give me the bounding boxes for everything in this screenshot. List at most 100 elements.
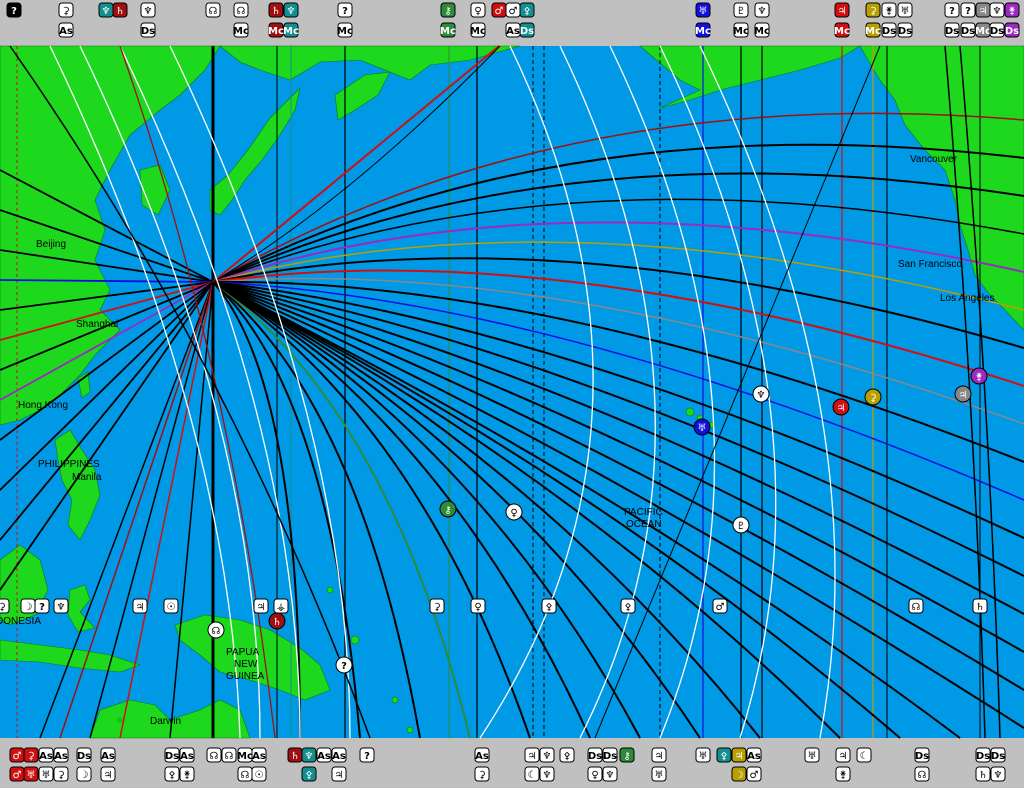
- bottom-label-3-lower[interactable]: ⚳: [53, 766, 69, 782]
- top-label-18-mc[interactable]: Mc: [834, 22, 850, 38]
- bottom-label-18[interactable]: ♃: [524, 747, 540, 763]
- mid-label-14[interactable]: ♄: [972, 598, 988, 614]
- bottom-label-27-lower[interactable]: ☽: [731, 766, 747, 782]
- bottom-label-0-lower[interactable]: ♂: [9, 766, 25, 782]
- bottom-label-14[interactable]: As: [316, 747, 332, 763]
- planet-marker-4[interactable]: ♀: [505, 503, 523, 521]
- bottom-label-10[interactable]: Mc: [237, 747, 253, 763]
- bottom-label-30-lower[interactable]: ⚵: [835, 766, 851, 782]
- planet-marker-3[interactable]: ⚷: [439, 500, 457, 518]
- top-label-7[interactable]: ♄: [268, 2, 284, 18]
- top-label-26[interactable]: ⚵: [1004, 2, 1020, 18]
- bottom-label-25[interactable]: ♅: [695, 747, 711, 763]
- bottom-label-24-lower[interactable]: ♅: [651, 766, 667, 782]
- top-label-6[interactable]: ☊: [233, 2, 249, 18]
- top-label-15[interactable]: ♅: [695, 2, 711, 18]
- bottom-label-13[interactable]: ♆: [301, 747, 317, 763]
- bottom-label-13-lower[interactable]: ⚴: [301, 766, 317, 782]
- top-label-8-mc[interactable]: Mc: [283, 22, 299, 38]
- mid-label-13[interactable]: ☊: [908, 598, 924, 614]
- top-label-21-mc[interactable]: Ds: [897, 22, 913, 38]
- top-label-24-mc[interactable]: Mc: [975, 22, 991, 38]
- bottom-label-31[interactable]: ☾: [856, 747, 872, 763]
- mid-label-10[interactable]: ⚴: [541, 598, 557, 614]
- top-label-14[interactable]: ⚴: [519, 2, 535, 18]
- bottom-label-34[interactable]: Ds: [990, 747, 1006, 763]
- bottom-label-33[interactable]: Ds: [975, 747, 991, 763]
- bottom-label-1[interactable]: ⚳: [23, 747, 39, 763]
- top-label-6-mc[interactable]: Mc: [233, 22, 249, 38]
- planet-marker-11[interactable]: ⚵: [970, 367, 988, 385]
- top-label-3[interactable]: ♄: [112, 2, 128, 18]
- bottom-label-19[interactable]: ♆: [539, 747, 555, 763]
- mid-label-7[interactable]: ⚶: [273, 598, 289, 614]
- bottom-label-8[interactable]: ☊: [206, 747, 222, 763]
- bottom-label-2[interactable]: As: [38, 747, 54, 763]
- bottom-label-33-lower[interactable]: ♄: [975, 766, 991, 782]
- bottom-label-19-lower[interactable]: ♆: [539, 766, 555, 782]
- bottom-label-21[interactable]: Ds: [587, 747, 603, 763]
- bottom-label-15-lower[interactable]: ♃: [331, 766, 347, 782]
- top-label-10-mc[interactable]: Mc: [440, 22, 456, 38]
- bottom-label-7-lower[interactable]: ⚵: [179, 766, 195, 782]
- bottom-label-2-lower[interactable]: ♅: [38, 766, 54, 782]
- top-label-19[interactable]: ⚳: [865, 2, 881, 18]
- bottom-label-24[interactable]: ♃: [651, 747, 667, 763]
- top-label-17-mc[interactable]: Mc: [754, 22, 770, 38]
- top-label-25-mc[interactable]: Ds: [989, 22, 1005, 38]
- top-label-22-mc[interactable]: Ds: [944, 22, 960, 38]
- planet-marker-7[interactable]: ♆: [752, 385, 770, 403]
- bottom-label-5-lower[interactable]: ♃: [100, 766, 116, 782]
- top-label-17[interactable]: ♆: [754, 2, 770, 18]
- top-label-21[interactable]: ♅: [897, 2, 913, 18]
- mid-label-6[interactable]: ♃: [253, 598, 269, 614]
- bottom-label-1-lower[interactable]: ♅: [23, 766, 39, 782]
- top-label-7-mc[interactable]: Mc: [268, 22, 284, 38]
- bottom-label-4-lower[interactable]: ☽: [76, 766, 92, 782]
- top-label-12[interactable]: ♂: [491, 2, 507, 18]
- top-label-18[interactable]: ♃: [834, 2, 850, 18]
- bottom-label-9[interactable]: ☊: [221, 747, 237, 763]
- planet-marker-2[interactable]: ?: [335, 656, 353, 674]
- mid-label-1[interactable]: ☽: [20, 598, 36, 614]
- top-label-14-mc[interactable]: Ds: [519, 22, 535, 38]
- bottom-label-34-lower[interactable]: ♆: [990, 766, 1006, 782]
- bottom-label-15[interactable]: As: [331, 747, 347, 763]
- planet-marker-6[interactable]: ♇: [732, 516, 750, 534]
- top-label-13-mc[interactable]: As: [505, 22, 521, 38]
- mid-label-0[interactable]: ⚳: [0, 598, 10, 614]
- bottom-label-22-lower[interactable]: ♆: [602, 766, 618, 782]
- bottom-label-12[interactable]: ♄: [287, 747, 303, 763]
- bottom-label-29[interactable]: ♅: [804, 747, 820, 763]
- bottom-label-17[interactable]: As: [474, 747, 490, 763]
- top-label-20-mc[interactable]: Ds: [881, 22, 897, 38]
- planet-marker-9[interactable]: ⚳: [864, 388, 882, 406]
- bottom-label-22[interactable]: Ds: [602, 747, 618, 763]
- bottom-label-7[interactable]: As: [179, 747, 195, 763]
- bottom-label-26[interactable]: ⚴: [716, 747, 732, 763]
- planet-marker-5[interactable]: ♅: [693, 418, 711, 436]
- bottom-label-18-lower[interactable]: ☾: [524, 766, 540, 782]
- bottom-label-6-lower[interactable]: ⚴: [164, 766, 180, 782]
- mid-label-12[interactable]: ♂: [712, 598, 728, 614]
- top-label-4[interactable]: ♆: [140, 2, 156, 18]
- mid-label-11[interactable]: ⚴: [620, 598, 636, 614]
- bottom-label-32[interactable]: Ds: [914, 747, 930, 763]
- top-label-2[interactable]: ♆: [98, 2, 114, 18]
- bottom-label-32-lower[interactable]: ☊: [914, 766, 930, 782]
- bottom-label-11-lower[interactable]: ☉: [251, 766, 267, 782]
- bottom-label-23[interactable]: ⚷: [619, 747, 635, 763]
- top-label-23[interactable]: ?: [960, 2, 976, 18]
- top-label-4-mc[interactable]: Ds: [140, 22, 156, 38]
- planet-marker-10[interactable]: ♃: [954, 385, 972, 403]
- planet-marker-1[interactable]: ♄: [268, 612, 286, 630]
- top-label-19-mc[interactable]: Mc: [865, 22, 881, 38]
- mid-label-3[interactable]: ♆: [53, 598, 69, 614]
- mid-label-8[interactable]: ⚳: [429, 598, 445, 614]
- bottom-label-3[interactable]: As: [53, 747, 69, 763]
- top-label-25[interactable]: ♆: [989, 2, 1005, 18]
- top-label-11-mc[interactable]: Mc: [470, 22, 486, 38]
- bottom-label-17-lower[interactable]: ⚳: [474, 766, 490, 782]
- bottom-label-16[interactable]: ?: [359, 747, 375, 763]
- bottom-label-6[interactable]: Ds: [164, 747, 180, 763]
